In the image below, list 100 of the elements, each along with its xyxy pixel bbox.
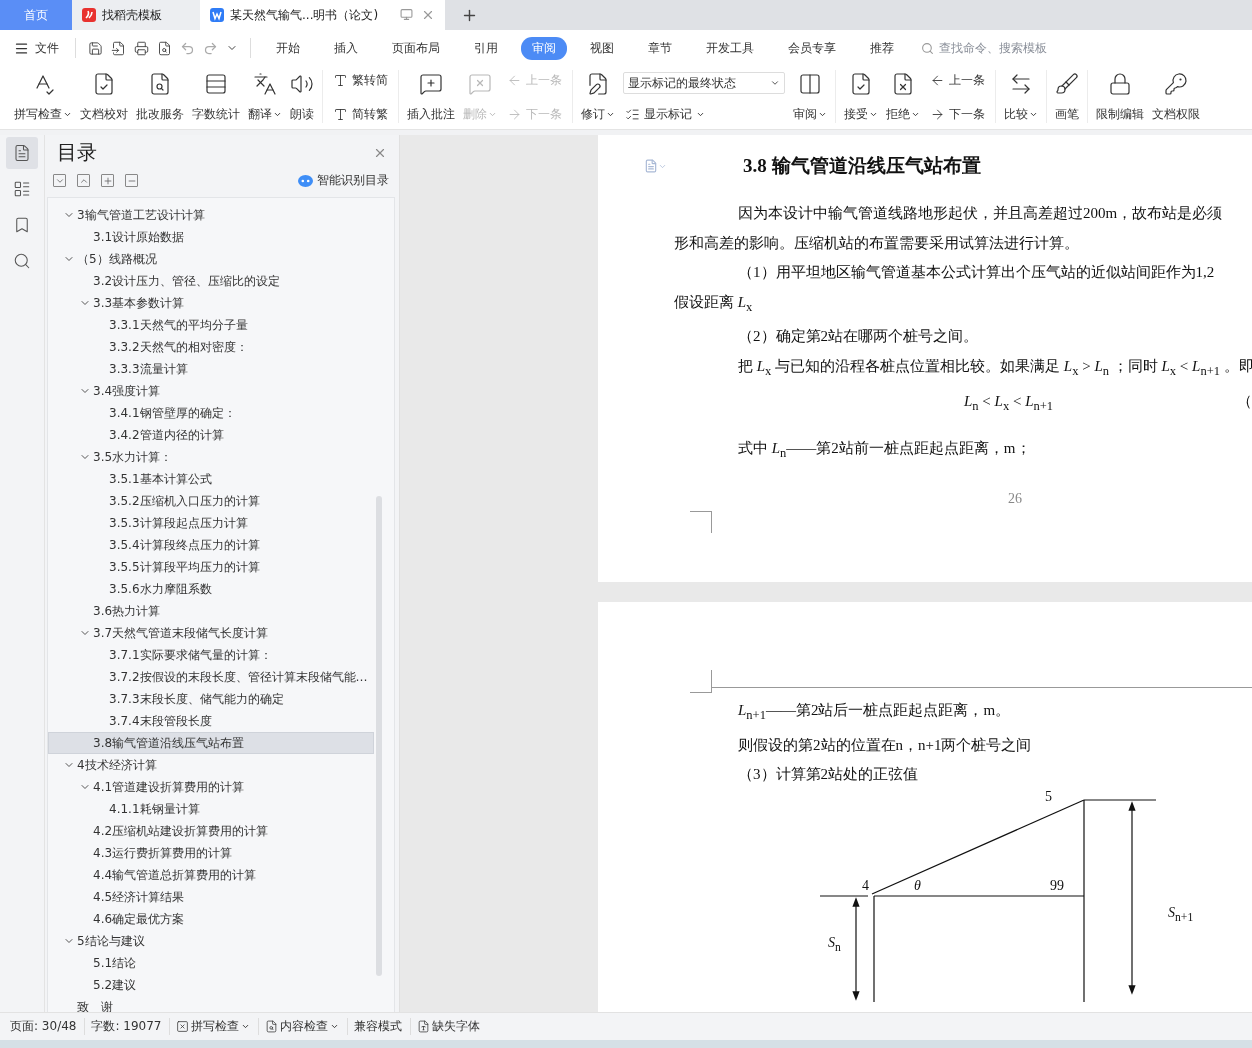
body-text: （3）计算第2站处的正弦值 — [737, 765, 919, 784]
ribbon-button[interactable]: 接受 — [840, 70, 882, 123]
ribbon-button[interactable]: 下一条 — [928, 106, 987, 123]
ribbon-button[interactable]: 字数统计 — [188, 70, 244, 123]
ribbon-button[interactable]: 文档权限 — [1148, 70, 1204, 123]
toc-item[interactable]: 4.1管道建设折算费用的计算 — [48, 776, 374, 798]
toc-item[interactable]: 3.2设计压力、管径、压缩比的设定 — [48, 270, 374, 292]
checkbox-x-icon — [176, 1020, 190, 1033]
toc-item[interactable]: 4.2压缩机站建设折算费用的计算 — [48, 820, 374, 842]
smart-toc-link[interactable]: 智能识别目录 — [298, 172, 389, 189]
body-text: （2）确定第2站在哪两个桩号之间。 — [737, 327, 979, 346]
ribbon-tab[interactable]: 开发工具 — [695, 36, 765, 60]
ribbon-tab[interactable]: 页面布局 — [381, 36, 451, 60]
print-icon[interactable] — [134, 40, 149, 56]
toc-item[interactable]: 3.8输气管道沿线压气站布置 — [48, 732, 374, 754]
print-preview-icon[interactable] — [157, 40, 172, 56]
sidebar-button[interactable] — [6, 137, 38, 169]
ribbon-button[interactable]: 简转繁 — [331, 106, 390, 123]
toc-item[interactable]: 5结论与建议 — [48, 930, 374, 952]
toc-item[interactable]: 4.6确定最优方案 — [48, 908, 374, 930]
ribbon-button[interactable]: 翻译 — [244, 70, 286, 123]
ribbon-button[interactable]: 限制编辑 — [1092, 70, 1148, 123]
toc-item[interactable]: 3.5.3计算段起点压力计算 — [48, 512, 374, 534]
ribbon-tab[interactable]: 引用 — [463, 36, 509, 60]
ribbon-button[interactable]: 文档校对 — [76, 70, 132, 123]
toc-item[interactable]: 5.1结论 — [48, 952, 374, 974]
command-search-field[interactable]: 查找命令、搜索模板 — [921, 40, 1067, 56]
ribbon-button[interactable]: 朗读 — [286, 70, 318, 123]
toc-item[interactable]: 4.1.1耗钢量计算 — [48, 798, 374, 820]
toc-item[interactable]: （5）线路概况 — [48, 248, 374, 270]
ribbon-tab[interactable]: 会员专享 — [777, 36, 847, 60]
ribbon-button[interactable]: 拼写检查 — [10, 70, 76, 123]
ribbon-tab[interactable]: 视图 — [579, 36, 625, 60]
ribbon-button[interactable]: 比较 — [1000, 70, 1042, 123]
export-icon[interactable] — [111, 40, 126, 56]
toc-item[interactable]: 3.5水力计算： — [48, 446, 374, 468]
toc-item[interactable]: 3.7.4末段管段长度 — [48, 710, 374, 732]
file-menu-button[interactable]: 文件 — [14, 39, 67, 57]
monitor-icon[interactable] — [400, 8, 413, 21]
bookmark-icon — [13, 216, 31, 234]
expand-button[interactable] — [53, 174, 66, 187]
ribbon-button[interactable]: 繁转简 — [331, 72, 390, 89]
body-text: 形和高差的影响。压缩机站的布置需要采用试算法进行计算。 — [673, 233, 1080, 253]
collapse-button[interactable] — [77, 174, 90, 187]
ribbon-tab[interactable]: 推荐 — [859, 36, 905, 60]
ribbon-button[interactable]: 批改服务 — [132, 70, 188, 123]
lock-icon — [1108, 72, 1132, 96]
ribbon-button[interactable]: 插入批注 — [403, 70, 459, 123]
add-level-button[interactable] — [101, 174, 114, 187]
toc-item[interactable]: 3输气管道工艺设计计算 — [48, 204, 374, 226]
toc-item[interactable]: 4.4输气管道总折算费用的计算 — [48, 864, 374, 886]
ribbon-tab[interactable]: 章节 — [637, 36, 683, 60]
toc-item[interactable]: 致 谢 — [48, 996, 374, 1012]
toc-item[interactable]: 4.5经济计算结果 — [48, 886, 374, 908]
redo-icon[interactable] — [203, 40, 218, 56]
close-icon[interactable] — [421, 8, 435, 22]
save-icon[interactable] — [88, 40, 103, 56]
toc-item[interactable]: 3.5.6水力摩阻系数 — [48, 578, 374, 600]
ribbon-tab[interactable]: 开始 — [265, 36, 311, 60]
status-menu-button[interactable]: 内容检查 — [259, 1018, 349, 1035]
ribbon-button[interactable]: 画笔 — [1051, 70, 1083, 123]
document-icon[interactable] — [644, 159, 658, 173]
remove-level-button[interactable] — [125, 174, 138, 187]
toc-item[interactable]: 3.3基本参数计算 — [48, 292, 374, 314]
toc-item[interactable]: 3.3.1天然气的平均分子量 — [48, 314, 374, 336]
document-x-icon — [891, 72, 915, 96]
status-button[interactable]: 缺失字体 — [411, 1018, 489, 1035]
ribbon-tab[interactable]: 插入 — [323, 36, 369, 60]
app-tab[interactable]: 某天然气输气...明书（论文) — [200, 0, 445, 30]
undo-icon[interactable] — [180, 40, 195, 56]
ribbon-button[interactable]: 显示标记 — [623, 106, 785, 123]
toc-item[interactable]: 3.5.4计算段终点压力的计算 — [48, 534, 374, 556]
scrollbar-thumb[interactable] — [376, 496, 382, 976]
toc-item[interactable]: 3.7.3末段长度、储气能力的确定 — [48, 688, 374, 710]
ribbon-button[interactable]: 拒绝 — [882, 70, 924, 123]
toc-item[interactable]: 4.3运行费折算费用的计算 — [48, 842, 374, 864]
toc-item[interactable]: 3.4.1钢管壁厚的确定： — [48, 402, 374, 424]
app-tab[interactable]: 找稻壳模板 — [72, 0, 200, 30]
toc-item[interactable]: 3.3.3流量计算 — [48, 358, 374, 380]
brush-icon — [1055, 72, 1079, 96]
toc-item[interactable]: 4技术经济计算 — [48, 754, 374, 776]
translate-icon — [253, 72, 277, 96]
toc-item[interactable]: 3.7天然气管道末段储气长度计算 — [48, 622, 374, 644]
toc-item[interactable]: 3.4.2管道内径的计算 — [48, 424, 374, 446]
toc-item[interactable]: 3.3.2天然气的相对密度： — [48, 336, 374, 358]
toc-item[interactable]: 3.5.2压缩机入口压力的计算 — [48, 490, 374, 512]
markup-state-select[interactable]: 显示标记的最终状态 — [623, 72, 785, 94]
toc-item[interactable]: 3.4强度计算 — [48, 380, 374, 402]
toc-item[interactable]: 3.7.1实际要求储气量的计算： — [48, 644, 374, 666]
toc-item[interactable]: 3.6热力计算 — [48, 600, 374, 622]
toc-item[interactable]: 3.5.5计算段平均压力的计算 — [48, 556, 374, 578]
ribbon-button[interactable]: 上一条 — [928, 72, 987, 89]
toc-item[interactable]: 3.5.1基本计算公式 — [48, 468, 374, 490]
markup-list-icon — [625, 107, 640, 122]
ribbon-button[interactable]: 修订 — [577, 70, 619, 123]
ribbon-button[interactable]: 审阅 — [789, 70, 831, 123]
toc-item[interactable]: 5.2建议 — [48, 974, 374, 996]
toc-item[interactable]: 3.1设计原始数据 — [48, 226, 374, 248]
toc-item[interactable]: 3.7.2按假设的末段长度、管径计算末段储气能… — [48, 666, 374, 688]
status-menu-button[interactable]: 拼写检查 — [170, 1018, 260, 1035]
